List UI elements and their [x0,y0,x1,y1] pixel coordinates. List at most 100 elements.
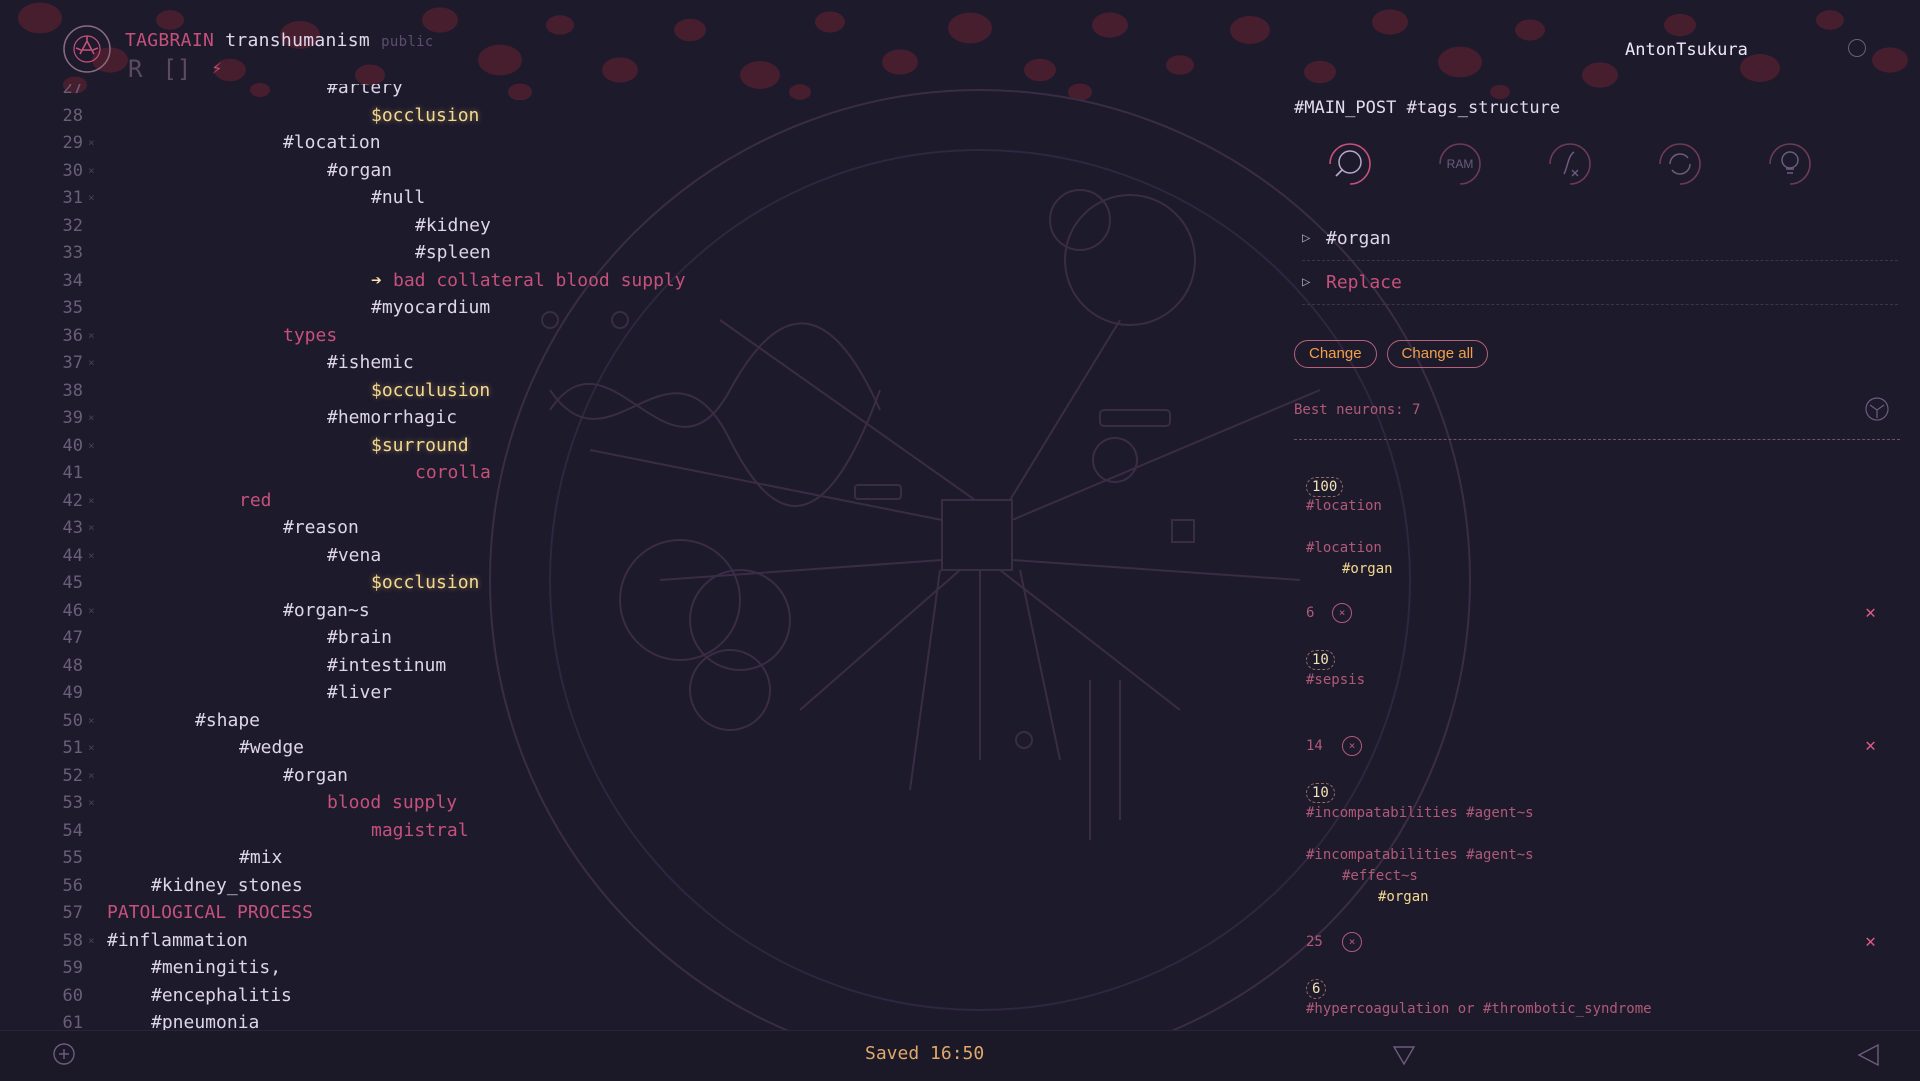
find-row[interactable]: ▷ #organ [1302,224,1898,261]
code-line[interactable]: 47 #brain [0,624,1280,652]
fold-marker[interactable]: × [88,597,95,625]
code-line[interactable]: 38 $occulusion [0,377,1280,405]
change-button[interactable]: Change [1294,340,1377,368]
text-token[interactable]: corolla [415,459,491,487]
triangle-left-icon[interactable] [1856,1043,1880,1067]
tag-token[interactable]: #shape [195,707,260,735]
user-name[interactable]: AntonTsukura [1625,40,1748,60]
expand-triangle-icon[interactable]: ▷ [1302,230,1310,246]
fold-marker[interactable]: × [88,322,95,350]
tag-token[interactable]: #ishemic [327,349,414,377]
tag-token[interactable]: #spleen [415,239,491,267]
tag-token[interactable]: #myocardium [371,294,490,322]
code-line[interactable]: 57 PATOLOGICAL PROCESS [0,899,1280,927]
function-tool-button[interactable] [1542,136,1598,192]
close-icon[interactable]: ✕ [1865,735,1876,756]
dismiss-count-icon[interactable]: × [1342,736,1362,756]
variable-token[interactable]: $occulusion [371,377,490,405]
change-all-button[interactable]: Change all [1386,340,1489,368]
code-line[interactable]: 35 #myocardium [0,294,1280,322]
code-line[interactable]: 53 × blood supply [0,789,1280,817]
fold-marker[interactable]: × [88,734,95,762]
idea-tool-button[interactable] [1762,136,1818,192]
fold-marker[interactable]: × [88,707,95,735]
code-line[interactable]: 46 × #organ~s [0,597,1280,625]
fold-marker[interactable]: × [88,789,95,817]
text-token[interactable]: magistral [371,817,469,845]
variable-token[interactable]: $occlusion [371,569,479,597]
text-token[interactable]: types [283,322,337,350]
code-line[interactable]: 49 #liver [0,679,1280,707]
fold-marker[interactable]: × [88,129,95,157]
tag-token[interactable]: #pneumonia [151,1009,259,1030]
tag-token[interactable]: #meningitis, [151,954,281,982]
result-text[interactable]: #incompatabilities #agent~s [1306,805,1534,821]
code-line[interactable]: 55 #mix [0,844,1280,872]
code-line[interactable]: 45 $occlusion [0,569,1280,597]
code-line[interactable]: 36 × types [0,322,1280,350]
code-editor[interactable]: 27 #artery 28 $occlusion 29 × #location 30 × #org… [0,84,1280,1030]
fold-marker[interactable]: × [88,157,95,185]
text-token[interactable]: red [239,487,272,515]
dismiss-count-icon[interactable]: × [1332,603,1352,623]
bracket-mode-icon[interactable]: [] [162,56,191,82]
close-icon[interactable]: ✕ [1865,931,1876,952]
code-line[interactable]: 29 × #location [0,129,1280,157]
result-text[interactable]: #sepsis [1306,672,1365,688]
project-name[interactable]: transhumanism [225,30,370,51]
code-line[interactable]: 34 ➔ bad collateral blood supply [0,267,1280,295]
tag-token[interactable]: #location [283,129,381,157]
code-line[interactable]: 54 magistral [0,817,1280,845]
tag-token[interactable]: #wedge [239,734,304,762]
variable-token[interactable]: $surround [371,432,469,460]
result-text-highlight[interactable]: #organ [1342,561,1393,577]
code-line[interactable]: 40 × $surround [0,432,1280,460]
fold-marker[interactable]: × [88,927,95,955]
tag-token[interactable]: #brain [327,624,392,652]
code-line[interactable]: 41 corolla [0,459,1280,487]
tag-token[interactable]: #inflammation [107,927,248,955]
tag-token[interactable]: #hemorrhagic [327,404,457,432]
text-token[interactable]: blood supply [327,789,457,817]
bolt-icon[interactable]: ⚡ [211,56,222,82]
code-line[interactable]: 31 × #null [0,184,1280,212]
variable-token[interactable]: $occlusion [371,102,479,130]
tag-token[interactable]: #organ [327,157,392,185]
text-token[interactable]: bad collateral blood supply [393,267,686,295]
tag-token[interactable]: #organ [283,762,348,790]
search-tool-button[interactable] [1322,136,1378,192]
result-text-highlight[interactable]: #organ [1378,889,1429,905]
post-title[interactable]: #MAIN_POST #tags_structure [1294,98,1560,118]
fold-marker[interactable]: × [88,184,95,212]
fold-marker[interactable]: × [88,762,95,790]
code-line[interactable]: 37 × #ishemic [0,349,1280,377]
tag-token[interactable]: #intestinum [327,652,446,680]
result-text[interactable]: #location [1306,498,1382,514]
code-line[interactable]: 43 × #reason [0,514,1280,542]
text-token[interactable]: PATOLOGICAL PROCESS [107,899,313,927]
close-icon[interactable]: ✕ [1865,602,1876,623]
fold-marker[interactable]: × [88,542,95,570]
tag-token[interactable]: #liver [327,679,392,707]
fold-marker[interactable]: × [88,487,95,515]
tagbrain-logo-icon[interactable] [62,24,112,74]
search-icon[interactable] [1848,39,1866,57]
tag-token[interactable]: #null [371,184,425,212]
code-line[interactable]: 56 #kidney_stones [0,872,1280,900]
code-line[interactable]: 39 × #hemorrhagic [0,404,1280,432]
result-text[interactable]: #hypercoagulation or #thrombotic_syndrom… [1306,1001,1652,1017]
tag-token[interactable]: #reason [283,514,359,542]
code-line[interactable]: 52 × #organ [0,762,1280,790]
ram-tool-button[interactable]: RAM [1432,136,1488,192]
code-line[interactable]: 59 #meningitis, [0,954,1280,982]
code-line[interactable]: 51 × #wedge [0,734,1280,762]
code-line[interactable]: 44 × #vena [0,542,1280,570]
r-mode-icon[interactable]: R [128,56,142,82]
code-line[interactable]: 27 #artery [0,84,1280,102]
fold-marker[interactable]: × [88,349,95,377]
dismiss-count-icon[interactable]: × [1342,932,1362,952]
triangle-down-icon[interactable] [1392,1044,1416,1066]
code-line[interactable]: 33 #spleen [0,239,1280,267]
tag-token[interactable]: #organ~s [283,597,370,625]
result-text[interactable]: #effect~s [1342,868,1418,884]
